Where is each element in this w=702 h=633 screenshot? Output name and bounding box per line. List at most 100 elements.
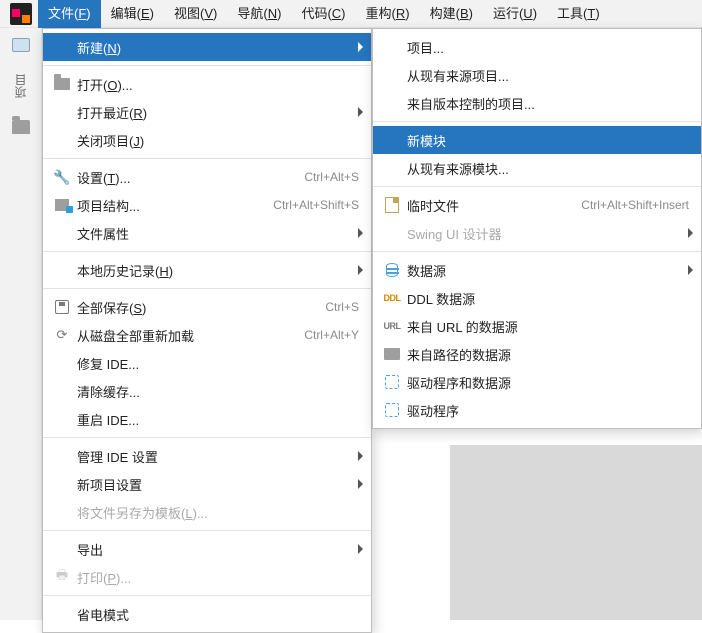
file_menu-menu-item-8[interactable]: 文件属性 [43, 219, 371, 247]
icon-slot [51, 103, 73, 121]
file_menu-menu-item-22[interactable]: 导出 [43, 535, 371, 563]
chevron-right-icon [358, 42, 363, 52]
menubar: 文件(F) 编辑(E) 视图(V) 导航(N) 代码(C) 重构(R) 构建(B… [0, 0, 702, 28]
menu-item-shortcut: Ctrl+Alt+Y [304, 328, 359, 342]
file_menu-menu-item-19[interactable]: 新项目设置 [43, 470, 371, 498]
menu-item-label: 驱动程序 [407, 401, 689, 420]
icon-slot [381, 224, 403, 242]
menu-item-label: 数据源 [407, 261, 689, 280]
file_menu-menu-item-23: 🖶打印(P)... [43, 563, 371, 591]
menu-item-label: 修复 IDE... [77, 354, 359, 373]
menu-item-label: 临时文件 [407, 196, 581, 215]
new_menu-menu-item-12[interactable]: URL来自 URL 的数据源 [373, 312, 701, 340]
new_menu-menu-item-11[interactable]: DDLDDL 数据源 [373, 284, 701, 312]
menu-separator [43, 158, 371, 159]
menubar-item-build[interactable]: 构建(B) [420, 0, 483, 28]
app-icon [10, 3, 32, 25]
new_menu-menu-item-4[interactable]: 新模块 [373, 126, 701, 154]
save-icon [51, 298, 73, 316]
file_menu-menu-item-6[interactable]: 🔧设置(T)...Ctrl+Alt+S [43, 163, 371, 191]
menubar-item-refactor[interactable]: 重构(R) [356, 0, 420, 28]
menu-item-label: 省电模式 [77, 605, 359, 624]
scratch-icon [381, 196, 403, 214]
folder-icon [51, 75, 73, 93]
chevron-right-icon [688, 265, 693, 275]
icon-slot [51, 131, 73, 149]
icon-slot [381, 159, 403, 177]
menu-item-label: 新建(N) [77, 38, 359, 57]
new_menu-menu-item-13[interactable]: 来自路径的数据源 [373, 340, 701, 368]
menu-item-label: 驱动程序和数据源 [407, 373, 689, 392]
file_menu-menu-item-10[interactable]: 本地历史记录(H) [43, 256, 371, 284]
project-tool-window-tab[interactable]: 项目 [12, 74, 29, 98]
file_menu-menu-item-7[interactable]: 项目结构...Ctrl+Alt+Shift+S [43, 191, 371, 219]
file_menu-menu-item-3[interactable]: 打开最近(R) [43, 98, 371, 126]
wrench-icon: 🔧 [51, 168, 73, 186]
file_menu-menu-item-13[interactable]: ⟳从磁盘全部重新加载Ctrl+Alt+Y [43, 321, 371, 349]
menu-separator [43, 65, 371, 66]
menu-item-label: 项目结构... [77, 196, 273, 215]
ddl-icon: DDL [381, 289, 403, 307]
menubar-item-file[interactable]: 文件(F) [38, 0, 101, 28]
menu-item-label: 导出 [77, 540, 359, 559]
file_menu-menu-item-18[interactable]: 管理 IDE 设置 [43, 442, 371, 470]
new_menu-menu-item-1[interactable]: 从现有来源项目... [373, 61, 701, 89]
icon-slot [381, 38, 403, 56]
menu-item-label: 打开最近(R) [77, 103, 359, 122]
menu-item-label: 文件属性 [77, 224, 359, 243]
menu-item-label: 项目... [407, 38, 689, 57]
file_menu-menu-item-20: 将文件另存为模板(L)... [43, 498, 371, 526]
new_menu-menu-item-0[interactable]: 项目... [373, 33, 701, 61]
left-tool-gutter: 项目 [0, 28, 42, 620]
icon-slot [51, 503, 73, 521]
folder-icon[interactable] [12, 120, 30, 134]
menu-separator [373, 251, 701, 252]
menubar-item-tools[interactable]: 工具(T) [547, 0, 610, 28]
menu-item-shortcut: Ctrl+Alt+Shift+S [273, 198, 359, 212]
menu-item-label: 将文件另存为模板(L)... [77, 503, 359, 522]
menu-item-label: 全部保存(S) [77, 298, 325, 317]
struct-icon [51, 196, 73, 214]
chevron-right-icon [358, 479, 363, 489]
menu-item-label: 新模块 [407, 131, 689, 150]
icon-slot [381, 94, 403, 112]
menubar-item-run[interactable]: 运行(U) [483, 0, 547, 28]
new_menu-menu-item-5[interactable]: 从现有来源模块... [373, 154, 701, 182]
file_menu-menu-item-4[interactable]: 关闭项目(J) [43, 126, 371, 154]
file_menu-menu-item-25[interactable]: 省电模式 [43, 600, 371, 628]
icon-slot [51, 540, 73, 558]
file-menu-dropdown: 新建(N) 打开(O)... 打开最近(R) 关闭项目(J) 🔧设置(T)...Ctrl… [42, 28, 372, 633]
file_menu-menu-item-16[interactable]: 重启 IDE... [43, 405, 371, 433]
new_menu-menu-item-14[interactable]: 驱动程序和数据源 [373, 368, 701, 396]
menubar-item-code[interactable]: 代码(C) [291, 0, 355, 28]
file_menu-menu-item-14[interactable]: 修复 IDE... [43, 349, 371, 377]
menu-separator [43, 437, 371, 438]
file_menu-menu-item-0[interactable]: 新建(N) [43, 33, 371, 61]
file_menu-menu-item-12[interactable]: 全部保存(S)Ctrl+S [43, 293, 371, 321]
menu-item-label: Swing UI 设计器 [407, 224, 689, 243]
new_menu-menu-item-2[interactable]: 来自版本控制的项目... [373, 89, 701, 117]
new_menu-menu-item-15[interactable]: 驱动程序 [373, 396, 701, 424]
menu-item-label: 本地历史记录(H) [77, 261, 359, 280]
menu-item-label: 从现有来源项目... [407, 66, 689, 85]
icon-slot [51, 261, 73, 279]
chevron-right-icon [358, 107, 363, 117]
new_menu-menu-item-7[interactable]: 临时文件Ctrl+Alt+Shift+Insert [373, 191, 701, 219]
menu-item-label: 来自版本控制的项目... [407, 94, 689, 113]
menubar-item-navigate[interactable]: 导航(N) [227, 0, 291, 28]
new-submenu-dropdown: 项目... 从现有来源项目... 来自版本控制的项目... 新模块从现有来源模块...… [372, 28, 702, 429]
icon-slot [51, 605, 73, 623]
menubar-item-edit[interactable]: 编辑(E) [101, 0, 164, 28]
chevron-right-icon [358, 544, 363, 554]
menu-separator [43, 530, 371, 531]
file_menu-menu-item-2[interactable]: 打开(O)... [43, 70, 371, 98]
editor-placeholder-panel [450, 445, 702, 620]
window-restore-icon[interactable] [12, 38, 30, 52]
file_menu-menu-item-15[interactable]: 清除缓存... [43, 377, 371, 405]
menu-separator [43, 595, 371, 596]
icon-slot [51, 382, 73, 400]
menubar-item-view[interactable]: 视图(V) [164, 0, 227, 28]
icon-slot [51, 447, 73, 465]
url-icon: URL [381, 317, 403, 335]
new_menu-menu-item-10[interactable]: 数据源 [373, 256, 701, 284]
